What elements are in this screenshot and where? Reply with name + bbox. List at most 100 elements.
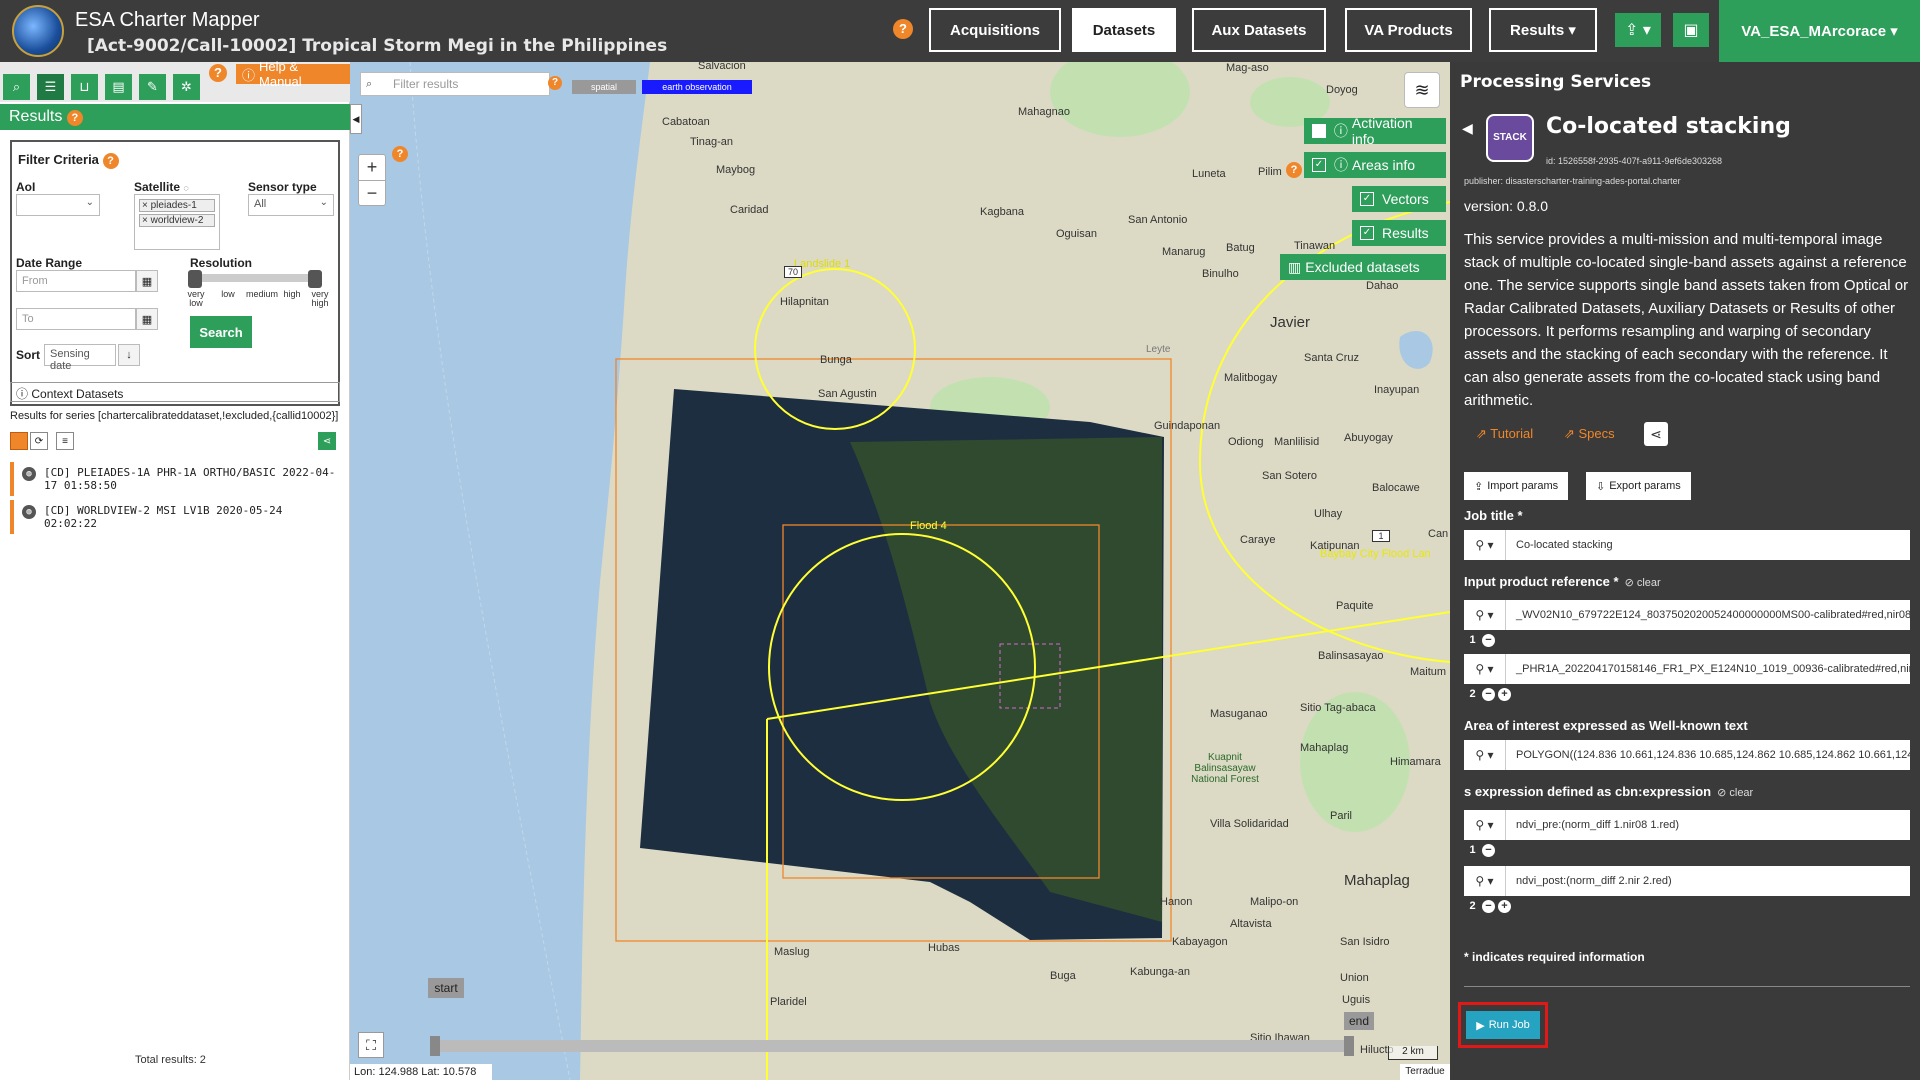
tag-earth-observation[interactable]: earth observation [642,80,752,94]
sort-select[interactable]: Sensing date [44,344,116,372]
help-icon[interactable]: ? [66,110,83,126]
date-from-input[interactable]: From [16,270,136,292]
calendar-icon[interactable]: ▦ [136,308,158,330]
zoom-control[interactable]: + − [358,154,386,206]
aoi-wkt-input[interactable]: POLYGON((124.836 10.661,124.836 10.685,1… [1506,740,1910,770]
list-item[interactable]: ◍ [CD] WORLDVIEW-2 MSI LV1B 2020-05-24 02… [10,500,342,534]
job-title-input[interactable]: Co-located stacking [1506,530,1910,560]
aoi-select[interactable]: ⌄ [16,194,100,216]
toggle-activation-info[interactable]: ⓘ Activation info [1304,115,1446,147]
tag-spatial[interactable]: spatial [572,80,636,94]
resolution-min-handle[interactable] [188,270,202,288]
remove-icon[interactable]: − [1482,688,1495,701]
user-menu[interactable]: VA_ESA_MArcorace ▾ [1719,0,1920,62]
map-attribution[interactable]: Terradue [1400,1064,1450,1080]
fullscreen-icon[interactable]: ⛶ [358,1032,384,1058]
clear-button[interactable]: ⊘ clear [1717,787,1753,799]
specs-link[interactable]: ⇗ Specs [1564,426,1615,442]
help-icon[interactable]: ? [1286,162,1302,178]
filter-results-input[interactable]: Filter results [360,72,550,96]
collapse-panel-button[interactable]: ◀ [350,104,362,134]
timeline-end-handle[interactable] [1344,1036,1354,1056]
map-view[interactable]: Salvacion Mag-aso Doyog Mahagnao Cabatoa… [350,62,1450,1080]
toggle-excluded-datasets[interactable]: ▥ Excluded datasets [1280,254,1446,280]
satellite-chip-pleiades[interactable]: × pleiades-1 [139,199,215,212]
tutorial-link[interactable]: ⇗ Tutorial [1476,426,1533,442]
nav-va-products[interactable]: VA Products [1345,8,1472,52]
input-reference-1[interactable]: _WV02N10_679722E124_80375020200524000000… [1506,600,1910,630]
place-label: Maslug [774,946,810,958]
zoom-in-button[interactable]: + [359,155,385,181]
clear-button[interactable]: ⊘ clear [1625,577,1661,589]
nav-datasets[interactable]: Datasets [1072,8,1176,52]
archive-icon[interactable]: ▤ [105,74,132,100]
briefcase-icon[interactable]: ▣ [1673,13,1709,47]
nav-acquisitions[interactable]: Acquisitions [929,8,1061,52]
input-reference-2[interactable]: _PHR1A_202204170158146_FR1_PX_E124N10_10… [1506,654,1910,684]
resolution-tick: medium [245,289,278,299]
pencil-icon[interactable]: ✎ [139,74,166,100]
export-params-button[interactable]: ⇩ Export params [1586,472,1691,500]
run-job-button[interactable]: ▶ Run Job [1466,1011,1540,1039]
share-icon[interactable]: ⋖ [1644,422,1668,446]
search-button[interactable]: Search [190,316,252,348]
sort-direction-icon[interactable]: ↓ [118,344,140,366]
select-all-checkbox[interactable] [10,432,28,450]
import-params-button[interactable]: ⇪ Import params [1464,472,1569,500]
checkbox[interactable] [1312,124,1326,138]
search-icon[interactable]: ⌕ [3,74,30,100]
list-item[interactable]: ◍ [CD] PLEIADES-1A PHR-1A ORTHO/BASIC 202… [10,462,342,496]
place-label: Guindaponan [1154,420,1221,432]
magic-wand-icon[interactable]: ⚲ ▾ [1464,810,1506,840]
checkbox[interactable]: ✓ [1312,158,1326,172]
resolution-max-handle[interactable] [308,270,322,288]
share-icon[interactable]: ⋖ [318,432,336,450]
help-icon[interactable]: ? [209,64,227,82]
magic-wand-icon[interactable]: ⚲ ▾ [1464,866,1506,896]
magic-wand-icon[interactable]: ⚲ ▾ [1464,600,1506,630]
esa-charter-logo[interactable] [12,5,64,57]
date-to-input[interactable]: To [16,308,136,330]
satellite-multiselect[interactable]: × pleiades-1 × worldview-2 [134,194,220,250]
magic-wand-icon[interactable]: ⚲ ▾ [1464,654,1506,684]
timeline-start-label[interactable]: start [428,978,464,998]
add-icon[interactable]: + [1498,688,1511,701]
map-canvas[interactable] [350,62,1450,1080]
toggle-results[interactable]: ✓ Results [1352,220,1446,246]
timeline-slider[interactable] [436,1040,1346,1052]
checkbox[interactable]: ✓ [1360,226,1374,240]
nav-results[interactable]: Results ▾ [1489,8,1597,52]
menu-icon[interactable]: ≡ [56,432,74,450]
back-icon[interactable]: ◀ [1462,120,1473,137]
expression-1[interactable]: ndvi_pre:(norm_diff 1.nir08 1.red) [1506,810,1910,840]
refresh-icon[interactable]: ⟳ [30,432,48,450]
help-icon[interactable]: ? [893,19,913,39]
timeline-start-handle[interactable] [430,1036,440,1056]
magic-wand-icon[interactable]: ⚲ ▾ [1464,530,1506,560]
remove-icon[interactable]: − [1482,634,1495,647]
zoom-out-button[interactable]: − [359,181,385,207]
resolution-slider[interactable] [188,274,318,282]
help-manual-button[interactable]: ⓘ Help & Manual [236,59,350,89]
magic-wand-icon[interactable]: ⚲ ▾ [1464,740,1506,770]
expression-2[interactable]: ndvi_post:(norm_diff 2.nir 2.red) [1506,866,1910,896]
help-icon[interactable]: ? [548,76,562,90]
nav-aux-datasets[interactable]: Aux Datasets [1192,8,1326,52]
sensor-type-select[interactable]: All ⌄ [248,194,334,216]
layers-icon[interactable]: ≋ [1404,72,1440,108]
calendar-icon[interactable]: ▦ [136,270,158,292]
basket-icon[interactable]: ⊔ [71,74,98,100]
settings-icon[interactable]: ✲ [173,74,200,100]
help-icon[interactable]: ? [392,146,408,162]
upload-button[interactable]: ⇪ ▾ [1615,13,1661,47]
checkbox[interactable]: ✓ [1360,192,1374,206]
timeline-end-label[interactable]: end [1344,1012,1374,1030]
list-icon[interactable]: ☰ [37,74,64,100]
satellite-chip-worldview[interactable]: × worldview-2 [139,214,215,227]
remove-icon[interactable]: − [1482,844,1495,857]
toggle-vectors[interactable]: ✓ Vectors [1352,186,1446,212]
help-icon[interactable]: ? [102,153,119,169]
remove-icon[interactable]: − [1482,900,1495,913]
add-icon[interactable]: + [1498,900,1511,913]
toggle-areas-info[interactable]: ✓ ⓘ Areas info [1304,152,1446,178]
